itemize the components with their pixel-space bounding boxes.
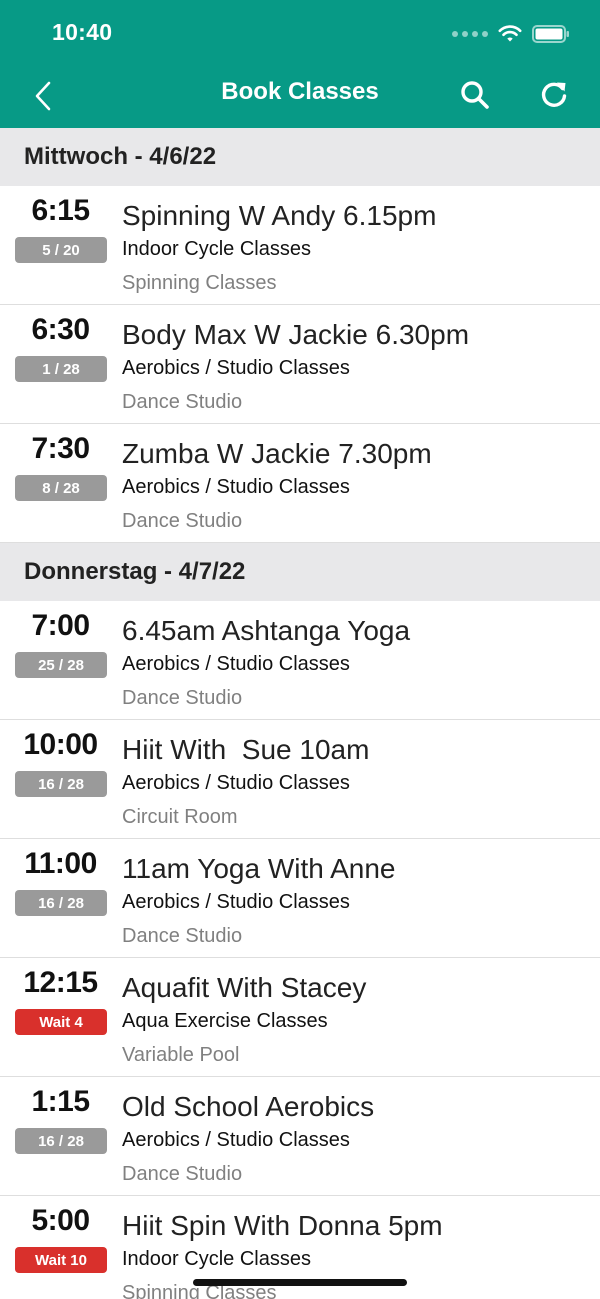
class-time: 6:15 <box>31 194 90 227</box>
class-time: 11:00 <box>24 847 97 880</box>
class-location: Dance Studio <box>122 925 243 947</box>
class-category: Aerobics / Studio Classes <box>122 653 350 675</box>
class-row[interactable]: 6:30 1 / 28 Body Max W Jackie 6.30pm Aer… <box>0 305 600 424</box>
refresh-button[interactable] <box>537 78 571 112</box>
class-time: 7:30 <box>31 432 90 465</box>
class-location: Circuit Room <box>122 806 238 828</box>
class-title: Old School Aerobics <box>122 1091 375 1122</box>
class-title: Body Max W Jackie 6.30pm <box>122 319 470 350</box>
day-header: Mittwoch - 4/6/22 <box>0 128 600 186</box>
home-indicator[interactable] <box>193 1279 407 1286</box>
page-title: Book Classes <box>221 78 379 105</box>
waitlist-badge: Wait 4 <box>15 1009 107 1035</box>
class-title: Zumba W Jackie 7.30pm <box>122 438 432 469</box>
availability-badge: 1 / 28 <box>15 356 107 382</box>
refresh-icon <box>541 82 567 107</box>
availability-badge: 16 / 28 <box>15 1128 107 1154</box>
class-category: Indoor Cycle Classes <box>122 238 311 260</box>
class-category: Aerobics / Studio Classes <box>122 476 350 498</box>
class-title: 6.45am Ashtanga Yoga <box>122 615 411 646</box>
availability-badge: 16 / 28 <box>15 771 107 797</box>
class-location: Dance Studio <box>122 391 243 413</box>
wifi-icon <box>498 25 522 42</box>
navigation-bar: 10:40 Book Classes <box>0 0 600 128</box>
battery-icon <box>532 25 569 43</box>
class-category: Indoor Cycle Classes <box>122 1248 311 1270</box>
class-title: Hiit Spin With Donna 5pm <box>122 1210 443 1241</box>
class-row[interactable]: 12:15 Wait 4 Aquafit With Stacey Aqua Ex… <box>0 958 600 1077</box>
class-location: Dance Studio <box>122 687 243 709</box>
class-row[interactable]: 6:15 5 / 20 Spinning W Andy 6.15pm Indoo… <box>0 186 600 305</box>
class-location: Dance Studio <box>122 1163 243 1185</box>
status-time: 10:40 <box>52 19 113 45</box>
day-header: Donnerstag - 4/7/22 <box>0 543 600 601</box>
class-title: Spinning W Andy 6.15pm <box>122 200 437 231</box>
class-time: 5:00 <box>31 1204 90 1237</box>
cellular-signal-icon <box>452 31 488 37</box>
waitlist-badge: Wait 10 <box>15 1247 107 1273</box>
class-location: Dance Studio <box>122 510 243 532</box>
class-row[interactable]: 1:15 16 / 28 Old School Aerobics Aerobic… <box>0 1077 600 1196</box>
class-location: Spinning Classes <box>122 272 277 294</box>
class-time: 7:00 <box>31 609 90 642</box>
class-category: Aerobics / Studio Classes <box>122 357 350 379</box>
class-time: 12:15 <box>23 966 98 999</box>
class-list[interactable]: Mittwoch - 4/6/22 6:15 5 / 20 Spinning W… <box>0 128 600 1299</box>
class-title: 11am Yoga With Anne <box>122 853 396 884</box>
class-time: 1:15 <box>31 1085 90 1118</box>
class-category: Aqua Exercise Classes <box>122 1010 328 1032</box>
class-category: Aerobics / Studio Classes <box>122 891 350 913</box>
availability-badge: 25 / 28 <box>15 652 107 678</box>
class-row[interactable]: 10:00 16 / 28 Hiit With Sue 10am Aerobic… <box>0 720 600 839</box>
availability-badge: 16 / 28 <box>15 890 107 916</box>
availability-badge: 5 / 20 <box>15 237 107 263</box>
class-time: 10:00 <box>23 728 98 761</box>
class-row[interactable]: 11:00 16 / 28 11am Yoga With Anne Aerobi… <box>0 839 600 958</box>
class-category: Aerobics / Studio Classes <box>122 772 350 794</box>
search-button[interactable] <box>458 78 492 112</box>
class-row[interactable]: 7:30 8 / 28 Zumba W Jackie 7.30pm Aerobi… <box>0 424 600 543</box>
class-title: Aquafit With Stacey <box>122 972 367 1003</box>
class-row[interactable]: 7:00 25 / 28 6.45am Ashtanga Yoga Aerobi… <box>0 601 600 720</box>
search-icon <box>461 81 489 109</box>
status-icons <box>452 20 570 48</box>
availability-badge: 8 / 28 <box>15 475 107 501</box>
class-location: Variable Pool <box>122 1044 240 1066</box>
class-category: Aerobics / Studio Classes <box>122 1129 350 1151</box>
class-title: Hiit With Sue 10am <box>122 734 370 765</box>
class-time: 6:30 <box>31 313 90 346</box>
